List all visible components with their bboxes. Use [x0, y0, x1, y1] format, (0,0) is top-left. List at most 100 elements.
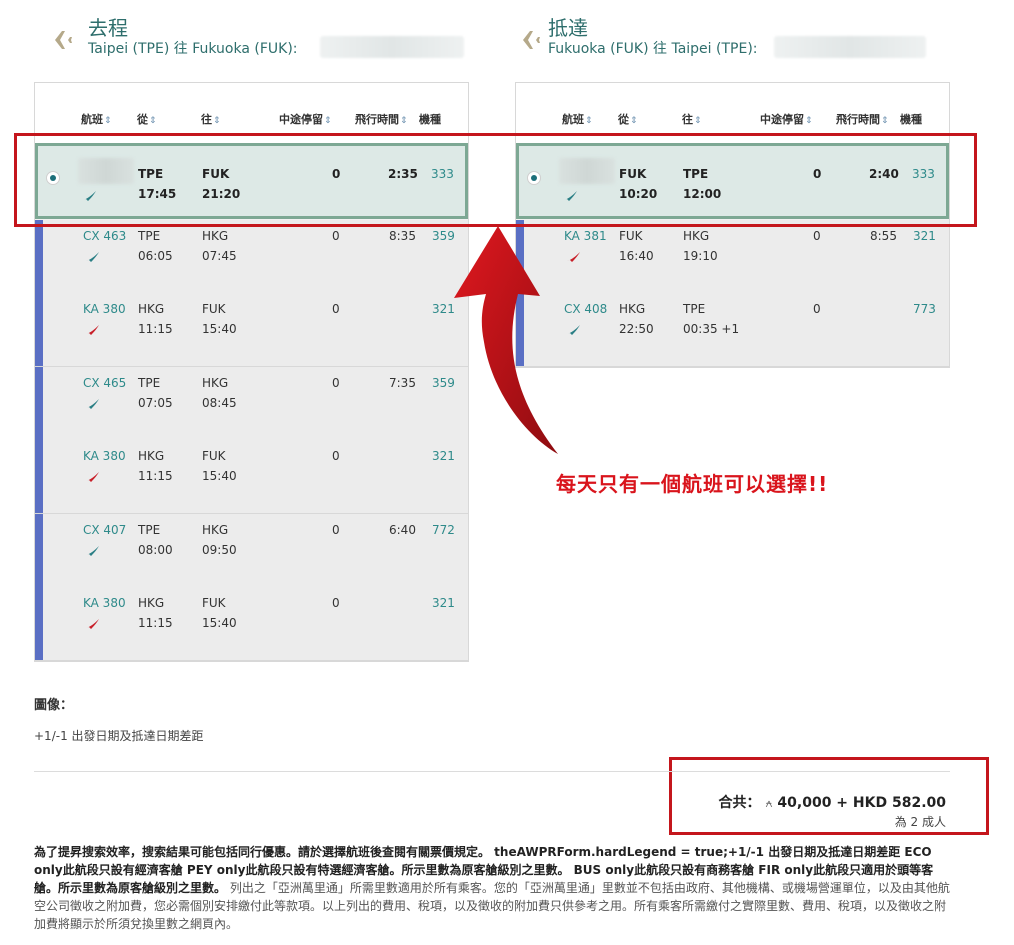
option-bar — [35, 220, 43, 366]
aircraft-link[interactable]: 773 — [913, 302, 936, 316]
dep-time: 08:00 — [138, 543, 173, 557]
arr-airport: TPE — [683, 302, 706, 316]
arr-time: 08:45 — [202, 396, 237, 410]
arr-time: 00:35 +1 — [683, 322, 740, 336]
inbound-date-redacted — [774, 36, 926, 58]
legend-item: +1/-1 出發日期及抵達日期差距 — [34, 729, 204, 743]
flight-option[interactable]: KA 381 FUK 16:40 HKG 19:10 0 321 8:55 CX 408 HKG 2… — [516, 220, 949, 367]
sort-icon: ⇕ — [213, 116, 221, 126]
stops: 0 — [332, 449, 340, 463]
outbound-header: 去程 Taipei (TPE) 往 Fukuoka (FUK): — [44, 12, 474, 62]
flight-number: CX 463 — [83, 229, 127, 243]
divider — [34, 771, 950, 772]
sort-icon: ⇕ — [400, 116, 408, 126]
aircraft-link[interactable]: 321 — [432, 596, 455, 610]
dep-airport: TPE — [138, 523, 161, 537]
stops: 0 — [813, 229, 821, 243]
sort-icon: ⇕ — [694, 116, 702, 126]
total-price: 合共： ⍲ 40,000 + HKD 582.00 — [718, 792, 946, 812]
col-to[interactable]: 往⇕ — [682, 111, 702, 127]
flight-number: KA 380 — [83, 302, 126, 316]
outbound-title: 去程 — [88, 16, 128, 40]
dep-airport: TPE — [138, 229, 161, 243]
col-duration[interactable]: 飛行時間⇕ — [836, 111, 889, 127]
legend-title: 圖像： — [34, 698, 74, 713]
cathay-logo-icon — [86, 546, 99, 556]
arr-airport: HKG — [202, 229, 229, 243]
arr-airport: FUK — [202, 302, 226, 316]
arr-time: 15:40 — [202, 469, 237, 483]
sort-icon: ⇕ — [585, 116, 593, 126]
flight-option[interactable]: CX 407 TPE 08:00 HKG 09:50 0 772 6:40 KA 380 HKG 1… — [35, 514, 468, 661]
dep-time: 11:15 — [138, 616, 173, 630]
total-label: 合共： — [718, 795, 761, 811]
arr-airport: FUK — [202, 596, 226, 610]
stops: 0 — [813, 302, 821, 316]
dep-time: 16:40 — [619, 249, 654, 263]
plane-icon — [512, 28, 540, 50]
option-bar — [35, 367, 43, 513]
dragonair-logo-icon — [86, 619, 99, 629]
col-from[interactable]: 從⇕ — [137, 111, 157, 127]
inbound-route: Fukuoka (FUK) 往 Taipei (TPE): — [548, 41, 758, 57]
flight-number: CX 465 — [83, 376, 127, 390]
dragonair-logo-icon — [86, 472, 99, 482]
col-flight[interactable]: 航班⇕ — [81, 111, 112, 127]
dep-time: 07:05 — [138, 396, 173, 410]
col-aircraft[interactable]: 機種 — [419, 111, 441, 127]
duration: 8:55 — [870, 229, 897, 243]
col-flight[interactable]: 航班⇕ — [562, 111, 593, 127]
dep-airport: HKG — [138, 596, 165, 610]
flight-number: CX 407 — [83, 523, 127, 537]
dep-airport: TPE — [138, 376, 161, 390]
col-stops[interactable]: 中途停留⇕ — [279, 111, 332, 127]
plane-icon — [44, 28, 72, 50]
dep-airport: HKG — [138, 302, 165, 316]
passenger-count: 為 2 成人 — [894, 815, 946, 829]
arr-airport: FUK — [202, 449, 226, 463]
duration: 7:35 — [389, 376, 416, 390]
col-to[interactable]: 往⇕ — [201, 111, 221, 127]
sort-icon: ⇕ — [805, 116, 813, 126]
col-from[interactable]: 從⇕ — [618, 111, 638, 127]
duration: 6:40 — [389, 523, 416, 537]
sort-icon: ⇕ — [630, 116, 638, 126]
arr-airport: HKG — [202, 523, 229, 537]
total-amount: 40,000 + HKD 582.00 — [777, 795, 946, 811]
arr-time: 09:50 — [202, 543, 237, 557]
arr-airport: HKG — [202, 376, 229, 390]
option-bar — [35, 514, 43, 660]
aircraft-link[interactable]: 321 — [913, 229, 936, 243]
flight-option[interactable]: CX 463 TPE 06:05 HKG 07:45 0 359 8:35 KA 380 HKG 1… — [35, 220, 468, 367]
dep-airport: FUK — [619, 229, 643, 243]
duration: 8:35 — [389, 229, 416, 243]
cathay-logo-icon — [86, 252, 99, 262]
outbound-date-redacted — [320, 36, 464, 58]
fare-notes: 為了提昇搜索效率，搜索結果可能包括同行優惠。請於選擇航班後查閱有關票價規定。 t… — [34, 843, 950, 933]
aircraft-link[interactable]: 772 — [432, 523, 455, 537]
inbound-title: 抵達 — [548, 16, 588, 40]
dep-time: 06:05 — [138, 249, 173, 263]
stops: 0 — [332, 376, 340, 390]
dep-airport: HKG — [619, 302, 646, 316]
flight-option[interactable]: CX 465 TPE 07:05 HKG 08:45 0 359 7:35 KA 380 HKG 1… — [35, 367, 468, 514]
arr-time: 15:40 — [202, 322, 237, 336]
dep-time: 11:15 — [138, 322, 173, 336]
dep-time: 11:15 — [138, 469, 173, 483]
cathay-logo-icon — [86, 399, 99, 409]
dep-time: 22:50 — [619, 322, 654, 336]
miles-icon: ⍲ — [765, 796, 773, 810]
col-stops[interactable]: 中途停留⇕ — [760, 111, 813, 127]
stops: 0 — [332, 302, 340, 316]
dep-airport: HKG — [138, 449, 165, 463]
col-aircraft[interactable]: 機種 — [900, 111, 922, 127]
sort-icon: ⇕ — [149, 116, 157, 126]
sort-icon: ⇕ — [881, 116, 889, 126]
inbound-header: 抵達 Fukuoka (FUK) 往 Taipei (TPE): — [512, 12, 942, 62]
highlight-box-selected-flights — [14, 133, 977, 227]
outbound-route: Taipei (TPE) 往 Fukuoka (FUK): — [88, 41, 298, 57]
dragonair-logo-icon — [86, 325, 99, 335]
sort-icon: ⇕ — [104, 116, 112, 126]
stops: 0 — [332, 523, 340, 537]
col-duration[interactable]: 飛行時間⇕ — [355, 111, 408, 127]
